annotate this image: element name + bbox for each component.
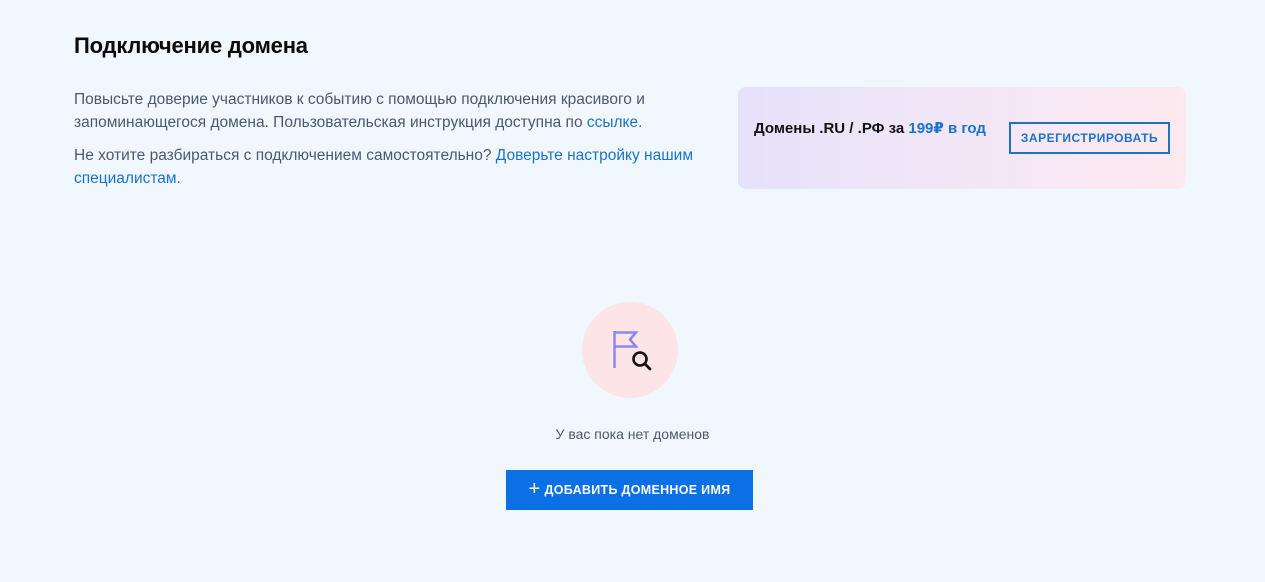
flag-search-icon-graphic xyxy=(613,331,652,371)
register-domain-button[interactable]: ЗАРЕГИСТРИРОВАТЬ xyxy=(1009,122,1170,154)
domain-promo-banner: Домены .RU / .РФ за 199₽ в год ЗАРЕГИСТР… xyxy=(738,87,1186,189)
intro-paragraph-specialists: Не хотите разбираться с подключением сам… xyxy=(74,144,714,190)
intro-paragraph-1-end: . xyxy=(638,114,643,131)
add-domain-button[interactable]: + ДОБАВИТЬ ДОМЕННОЕ ИМЯ xyxy=(506,470,753,510)
plus-icon: + xyxy=(528,478,541,500)
flag-search-icon xyxy=(582,302,678,398)
intro-paragraph-1-text: Повысьте доверие участников к событию с … xyxy=(74,91,645,131)
promo-text: Домены .RU / .РФ за 199₽ в год xyxy=(754,119,990,139)
promo-text-prefix: Домены .RU / .РФ за xyxy=(754,120,909,137)
intro-paragraph-instructions: Повысьте доверие участников к событию с … xyxy=(74,88,714,134)
intro-paragraph-2-text: Не хотите разбираться с подключением сам… xyxy=(74,147,496,164)
add-domain-button-label: ДОБАВИТЬ ДОМЕННОЕ ИМЯ xyxy=(544,483,731,497)
intro-text: Повысьте доверие участников к событию с … xyxy=(74,88,714,200)
promo-price: 199₽ в год xyxy=(908,120,986,137)
instruction-link[interactable]: ссылке xyxy=(587,114,638,131)
empty-state-message: У вас пока нет доменов xyxy=(555,426,710,442)
intro-paragraph-2-end: . xyxy=(176,170,181,187)
page-title: Подключение домена xyxy=(74,33,308,58)
